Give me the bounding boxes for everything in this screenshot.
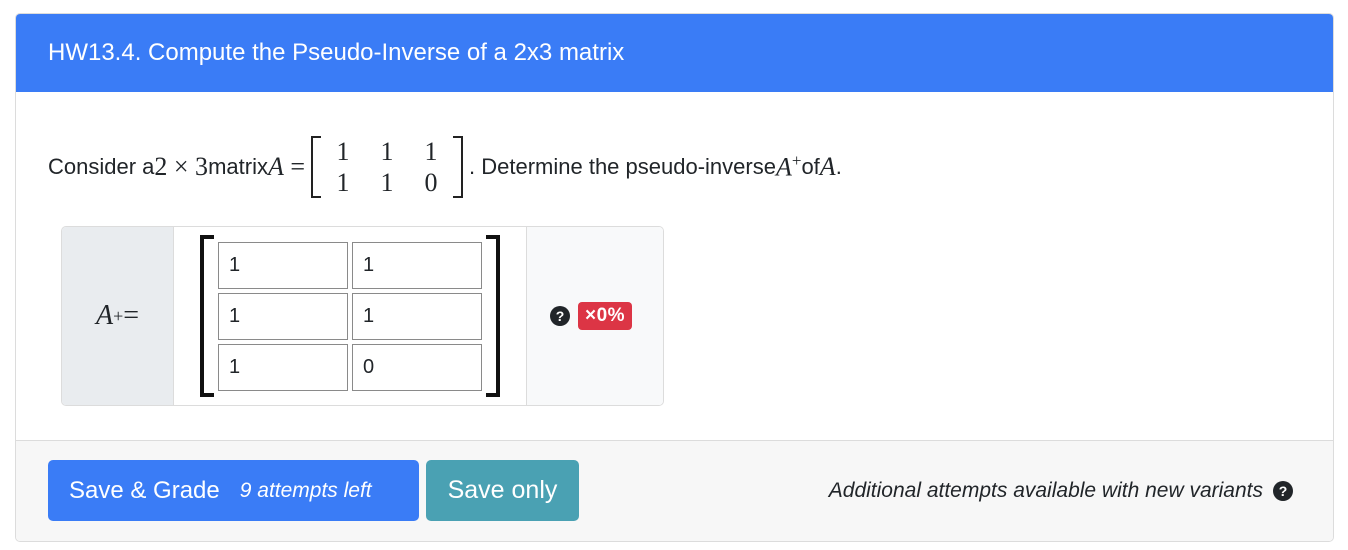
pinv-sup: + [791,151,802,171]
answer-cell-r1c2[interactable] [352,241,482,289]
answer-label-eq: = [123,300,140,331]
answer-status: ? ×0% [527,227,663,405]
answer-input-group: A+ = ? ×0% [61,226,664,406]
additional-attempts-text: Additional attempts available with new v… [828,479,1263,502]
matrix-entry: 1 [336,168,350,197]
matrix-A: 1 1 1 1 1 0 [311,136,464,198]
save-only-button[interactable]: Save only [426,460,579,521]
question-body: Consider a 2 × 3 matrix A = 1 1 1 1 1 0 … [16,92,1333,440]
answer-cell-r2c1[interactable] [218,292,348,340]
equals-sign: = [283,152,306,181]
prompt-text-5: . [835,154,842,179]
matrix-dims: 2 × 3 [154,152,209,181]
attempts-left: 9 attempts left [239,478,372,502]
prompt-text-1: Consider a [48,154,155,179]
answer-cell-r3c1[interactable] [218,343,348,391]
matrix-entry: 1 [336,137,350,166]
question-title: HW13.4. Compute the Pseudo-Inverse of a … [16,14,1333,92]
matrix-var: A [267,152,284,181]
end-var: A [819,152,836,181]
prompt-text-4: of [801,154,820,179]
matrix-entry: 0 [424,168,438,197]
answer-matrix [174,227,527,405]
save-grade-label: Save & Grade [69,476,220,504]
question-circle-icon[interactable]: ? [550,306,570,326]
matrix-entry: 1 [424,137,438,166]
score-badge: ×0% [578,302,633,330]
answer-left-bracket [200,235,214,397]
prompt-text-3: . Determine the pseudo-inverse [469,154,776,179]
matrix-entry: 1 [380,168,394,197]
prompt-text-2: matrix [208,154,268,179]
answer-label: A + = [62,227,174,405]
answer-label-sup: + [113,305,124,326]
matrix-entry: 1 [380,137,394,166]
right-bracket [453,136,464,198]
save-and-grade-button[interactable]: Save & Grade 9 attempts left [48,460,419,521]
answer-label-var: A [95,300,114,331]
question-circle-icon[interactable]: ? [1273,481,1293,501]
answer-cell-r3c2[interactable] [352,343,482,391]
answer-right-bracket [486,235,500,397]
answer-cell-r1c1[interactable] [218,241,348,289]
additional-attempts-note: Additional attempts available with new v… [829,479,1293,503]
left-bracket [311,136,322,198]
question-prompt: Consider a 2 × 3 matrix A = 1 1 1 1 1 0 … [48,132,842,202]
pinv-var: A [775,152,792,182]
question-footer: Save & Grade 9 attempts left Save only A… [16,440,1333,541]
answer-cell-r2c2[interactable] [352,292,482,340]
question-card: HW13.4. Compute the Pseudo-Inverse of a … [15,13,1334,542]
